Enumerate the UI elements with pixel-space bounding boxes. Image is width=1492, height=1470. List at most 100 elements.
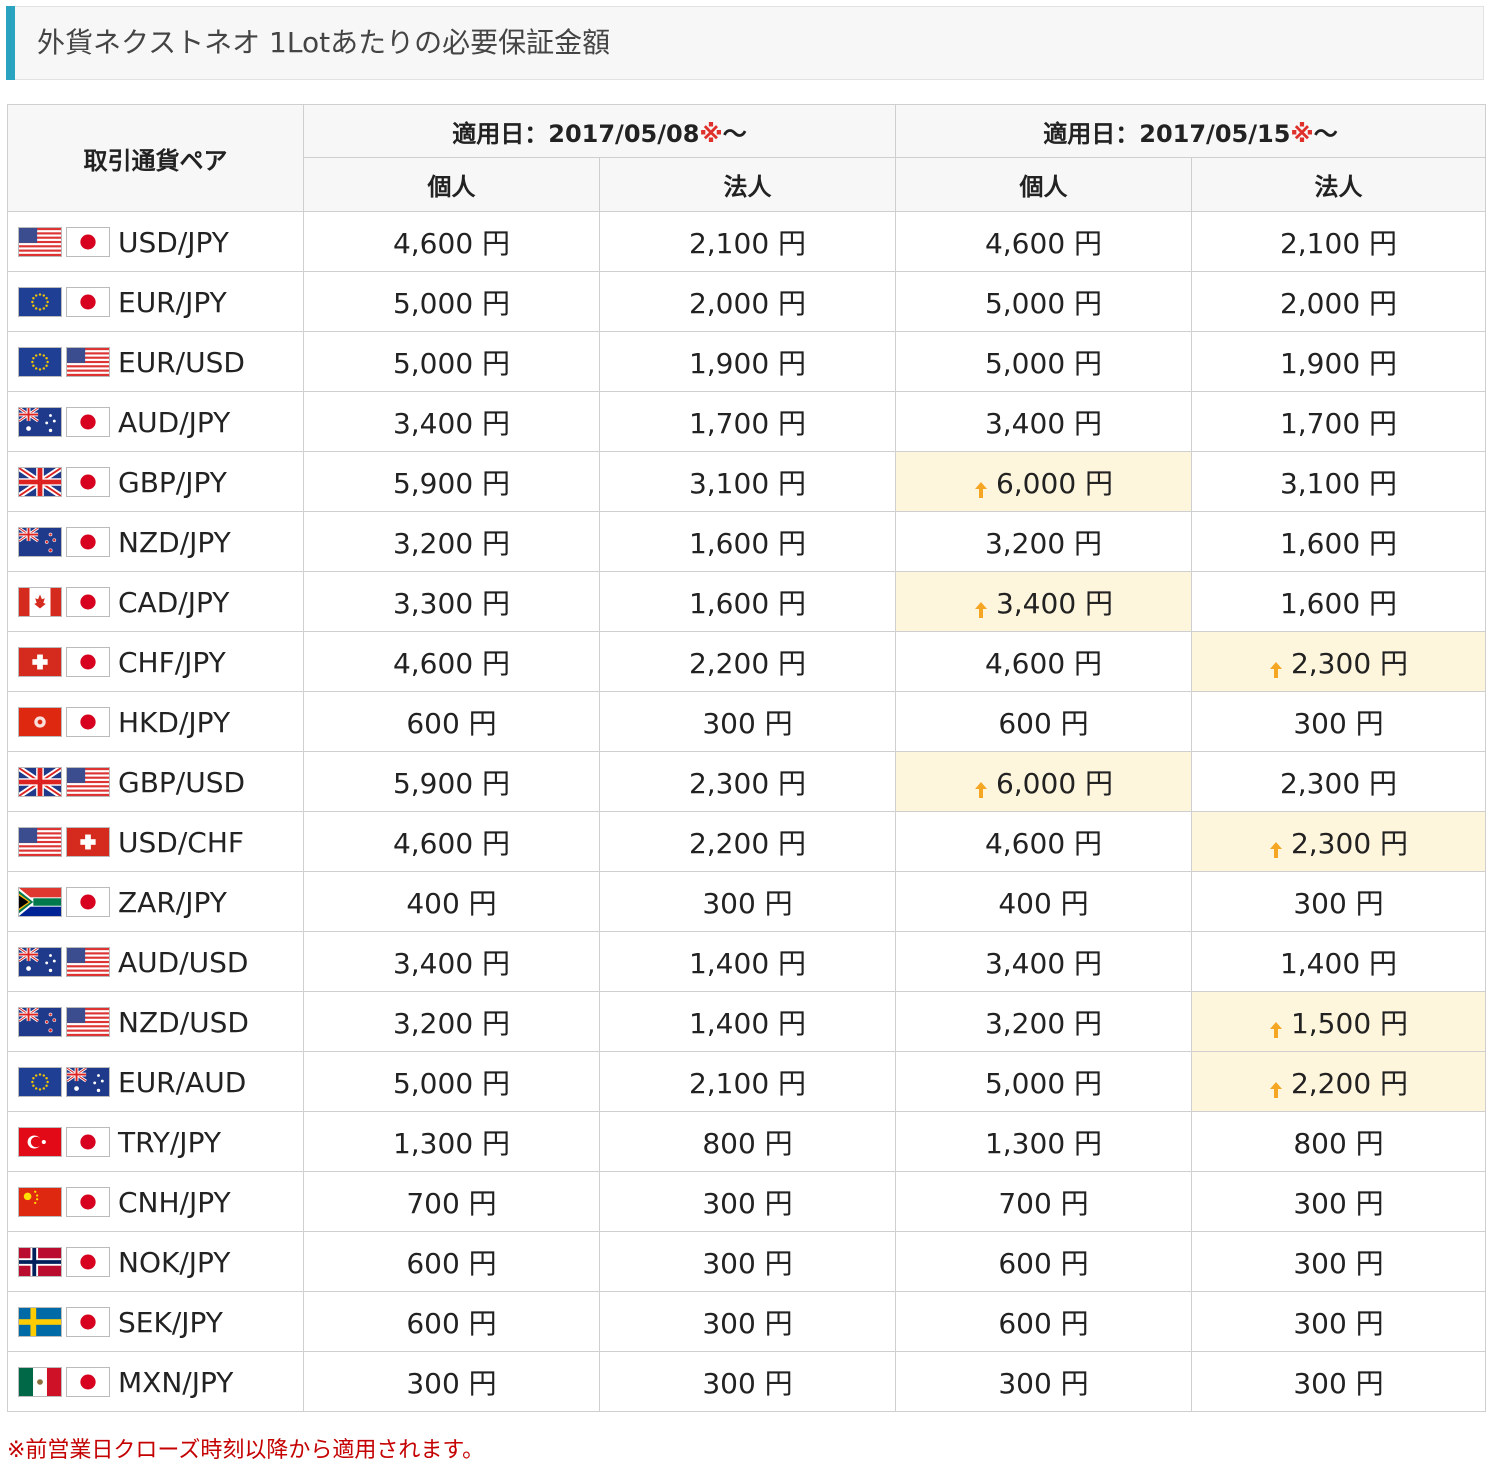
margin-value: 300 円 xyxy=(1293,1246,1384,1280)
margin-value-cell: 5,900 円 xyxy=(303,751,600,812)
margin-value-cell: 300 円 xyxy=(1191,871,1486,932)
sub-header-individual: 個人 xyxy=(303,157,600,212)
margin-value: 300 円 xyxy=(702,1366,793,1400)
margin-value: 600 円 xyxy=(406,1246,497,1280)
table-row: HKD/JPY 600 円 300 円 600 円 300 円 xyxy=(7,691,1486,752)
margin-value: 300 円 xyxy=(998,1366,1089,1400)
margin-value-cell: 1,400 円 xyxy=(1191,931,1486,992)
eu-flag-icon xyxy=(18,1067,62,1098)
table-row: EUR/JPY 5,000 円 2,000 円 5,000 円 2,000 円 xyxy=(7,271,1486,332)
margin-value-cell: 300 円 xyxy=(1191,1291,1486,1352)
margin-value: 5,000 円 xyxy=(392,346,511,380)
margin-value: 800 円 xyxy=(1293,1126,1384,1160)
currency-pair-cell: HKD/JPY xyxy=(7,691,304,752)
margin-value: 2,100 円 xyxy=(688,1066,807,1100)
increase-arrow-icon xyxy=(1269,841,1283,859)
margin-value: 2,300 円 xyxy=(1279,766,1398,800)
table-row: ZAR/JPY 400 円 300 円 400 円 300 円 xyxy=(7,871,1486,932)
au-flag-icon xyxy=(18,407,62,438)
us-flag-icon xyxy=(66,947,110,978)
margin-value: 3,400 円 xyxy=(995,586,1114,620)
margin-value: 3,100 円 xyxy=(1279,466,1398,500)
margin-value: 2,200 円 xyxy=(688,646,807,680)
margin-value-cell: 3,200 円 xyxy=(895,991,1192,1052)
margin-value: 1,600 円 xyxy=(1279,526,1398,560)
margin-value-cell: 2,100 円 xyxy=(599,1051,896,1112)
margin-value: 2,100 円 xyxy=(1279,226,1398,260)
margin-value: 300 円 xyxy=(1293,706,1384,740)
currency-pair-label: GBP/USD xyxy=(118,765,246,799)
margin-value: 2,300 円 xyxy=(688,766,807,800)
table-row: CNH/JPY 700 円 300 円 700 円 300 円 xyxy=(7,1171,1486,1232)
increase-arrow-icon xyxy=(974,601,988,619)
margin-value: 4,600 円 xyxy=(392,826,511,860)
margin-value-cell: 5,000 円 xyxy=(895,331,1192,392)
margin-value-cell: 2,100 円 xyxy=(1191,211,1486,272)
margin-value-cell: 4,600 円 xyxy=(895,811,1192,872)
margin-value: 3,200 円 xyxy=(392,526,511,560)
table-body: USD/JPY 4,600 円 2,100 円 4,600 円 2,100 円 EUR/J… xyxy=(7,211,1486,1412)
jp-flag-icon xyxy=(66,467,110,498)
jp-flag-icon xyxy=(66,587,110,618)
margin-value: 1,400 円 xyxy=(1279,946,1398,980)
currency-pair-cell: SEK/JPY xyxy=(7,1291,304,1352)
table-row: USD/JPY 4,600 円 2,100 円 4,600 円 2,100 円 xyxy=(7,211,1486,272)
margin-value-cell: 1,600 円 xyxy=(599,571,896,632)
jp-flag-icon xyxy=(66,287,110,318)
margin-value: 4,600 円 xyxy=(984,226,1103,260)
margin-value-cell: 800 円 xyxy=(599,1111,896,1172)
ch-flag-icon xyxy=(66,827,110,858)
margin-value: 300 円 xyxy=(702,886,793,920)
margin-value-cell: 4,600 円 xyxy=(303,811,600,872)
margin-value-cell: 5,000 円 xyxy=(895,1051,1192,1112)
margin-value: 1,900 円 xyxy=(688,346,807,380)
margin-value-cell: 300 円 xyxy=(1191,1171,1486,1232)
margin-value: 300 円 xyxy=(1293,1366,1384,1400)
margin-value: 600 円 xyxy=(406,1306,497,1340)
margin-value: 2,000 円 xyxy=(688,286,807,320)
gb-flag-icon xyxy=(18,467,62,498)
ch-flag-icon xyxy=(18,647,62,678)
margin-value: 4,600 円 xyxy=(984,826,1103,860)
table-row: NOK/JPY 600 円 300 円 600 円 300 円 xyxy=(7,1231,1486,1292)
margin-value: 2,200 円 xyxy=(1290,1066,1409,1100)
margin-value-cell: 1,600 円 xyxy=(1191,511,1486,572)
title-accent-bar xyxy=(6,6,15,80)
margin-value: 600 円 xyxy=(406,706,497,740)
margin-value-cell: 3,400 円 xyxy=(895,931,1192,992)
page-title: 外貨ネクストネオ 1Lotあたりの必要保証金額 xyxy=(37,26,611,59)
margin-value-cell: 2,000 円 xyxy=(599,271,896,332)
margin-value: 800 円 xyxy=(702,1126,793,1160)
currency-pair-cell: NOK/JPY xyxy=(7,1231,304,1292)
margin-value: 400 円 xyxy=(998,886,1089,920)
currency-pair-cell: NZD/JPY xyxy=(7,511,304,572)
currency-pair-label: TRY/JPY xyxy=(118,1125,221,1159)
margin-value: 2,300 円 xyxy=(1290,826,1409,860)
jp-flag-icon xyxy=(66,1127,110,1158)
currency-pair-label: CAD/JPY xyxy=(118,585,230,619)
currency-pair-label: NZD/USD xyxy=(118,1005,249,1039)
margin-value-cell: 1,900 円 xyxy=(1191,331,1486,392)
margin-value-cell: 300 円 xyxy=(599,1171,896,1232)
margin-value: 2,100 円 xyxy=(688,226,807,260)
margin-value-cell: 700 円 xyxy=(895,1171,1192,1232)
us-flag-icon xyxy=(18,227,62,258)
margin-value-cell: 1,700 円 xyxy=(1191,391,1486,452)
margin-value: 1,500 円 xyxy=(1290,1006,1409,1040)
jp-flag-icon xyxy=(66,1247,110,1278)
currency-pair-cell: USD/JPY xyxy=(7,211,304,272)
eu-flag-icon xyxy=(18,347,62,378)
margin-value-cell: 3,400 円 xyxy=(895,571,1192,632)
margin-value-cell: 1,300 円 xyxy=(303,1111,600,1172)
footnote: ※前営業日クローズ時刻以降から適用されます。 xyxy=(7,1438,485,1463)
jp-flag-icon xyxy=(66,707,110,738)
margin-value-cell: 3,200 円 xyxy=(303,991,600,1052)
margin-value-cell: 6,000 円 xyxy=(895,451,1192,512)
currency-pair-cell: CAD/JPY xyxy=(7,571,304,632)
margin-value-cell: 3,100 円 xyxy=(599,451,896,512)
margin-value: 1,300 円 xyxy=(392,1126,511,1160)
margin-value-cell: 3,100 円 xyxy=(1191,451,1486,512)
margin-value-cell: 300 円 xyxy=(599,1291,896,1352)
currency-pair-cell: MXN/JPY xyxy=(7,1351,304,1412)
currency-pair-label: AUD/USD xyxy=(118,945,249,979)
